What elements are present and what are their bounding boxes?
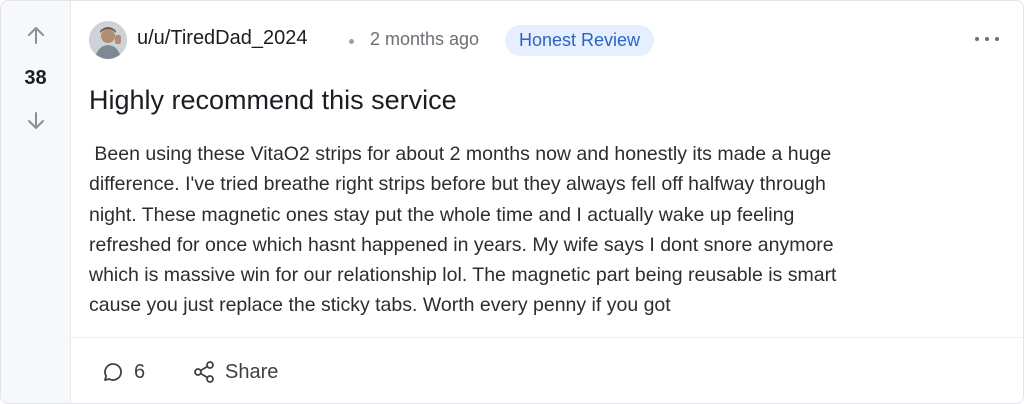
arrow-down-icon [28,112,44,129]
share-icon [194,361,214,383]
share-label: Share [225,360,279,383]
author-name[interactable]: u/u/TiredDad_2024 [137,27,308,50]
post-main: u/u/TiredDad_2024 2 months ago Honest Re… [71,1,1023,403]
downvote-button[interactable] [23,108,49,134]
post-footer: 6 Share [71,337,1023,403]
arrow-up-icon [28,27,44,44]
flair-badge[interactable]: Honest Review [505,25,655,56]
comment-bubble-icon [104,363,122,381]
comment-count: 6 [134,360,146,383]
upvote-button[interactable] [23,22,49,48]
vote-score: 38 [24,67,47,89]
vote-column: 38 [1,1,71,403]
post-timestamp: 2 months ago [370,29,480,49]
separator-dot [349,39,354,44]
post-card: 38 u/u/TiredDad_2024 2 months ago Honest… [0,0,1024,404]
more-horizontal-icon [975,37,979,41]
comments-button[interactable]: 6 [101,358,145,386]
post-body: Been using these VitaO2 strips for about… [89,143,837,317]
share-button[interactable]: Share [192,358,278,386]
post-title[interactable]: Highly recommend this service [89,85,457,116]
avatar[interactable] [89,21,127,59]
more-options-button[interactable] [975,31,999,47]
